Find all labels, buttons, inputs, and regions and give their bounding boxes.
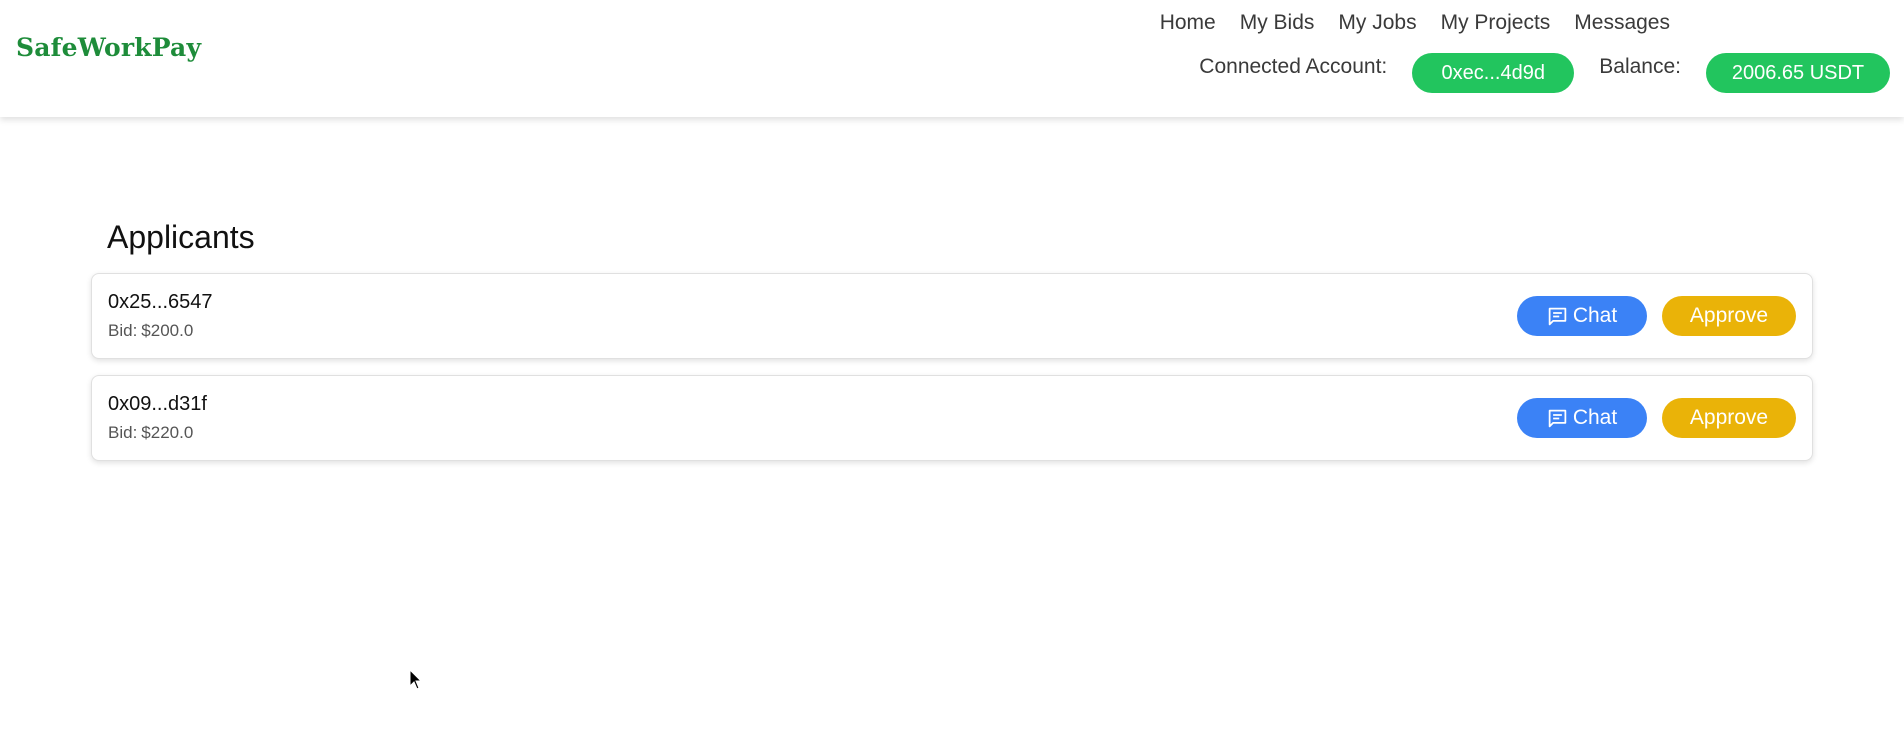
applicant-card: 0x25...6547 Bid: $200.0 Chat Approve xyxy=(91,273,1813,359)
account-info: Connected Account: 0xec...4d9d Balance: … xyxy=(1199,53,1890,93)
nav-item-my-jobs[interactable]: My Jobs xyxy=(1326,10,1428,36)
applicant-actions: Chat Approve xyxy=(1517,398,1796,438)
bid-label: Bid: xyxy=(108,423,138,442)
approve-button[interactable]: Approve xyxy=(1662,398,1796,438)
applicant-bid: Bid: $200.0 xyxy=(108,321,193,341)
applicant-actions: Chat Approve xyxy=(1517,296,1796,336)
bid-amount: $220.0 xyxy=(141,423,194,442)
applicant-address: 0x09...d31f xyxy=(108,393,207,415)
chat-button[interactable]: Chat xyxy=(1517,296,1647,336)
nav-item-my-projects[interactable]: My Projects xyxy=(1429,10,1563,36)
chat-button[interactable]: Chat xyxy=(1517,398,1647,438)
message-square-icon xyxy=(1547,408,1568,429)
connected-account-badge[interactable]: 0xec...4d9d xyxy=(1412,53,1575,93)
applicant-list: 0x25...6547 Bid: $200.0 Chat Approve 0x0… xyxy=(91,273,1813,461)
bid-label: Bid: xyxy=(108,321,138,340)
mouse-pointer-icon xyxy=(409,668,423,696)
message-square-icon xyxy=(1547,306,1568,327)
nav-item-messages[interactable]: Messages xyxy=(1562,10,1682,36)
applicant-address: 0x25...6547 xyxy=(108,291,213,313)
brand-logo[interactable]: SafeWorkPay xyxy=(16,33,201,62)
balance-label: Balance: xyxy=(1599,55,1681,78)
nav-item-home[interactable]: Home xyxy=(1148,10,1228,36)
approve-button-label: Approve xyxy=(1689,406,1769,429)
main-nav: Home My Bids My Jobs My Projects Message… xyxy=(1148,10,1682,36)
applicants-section: Applicants 0x25...6547 Bid:$200.0 Chat xyxy=(91,217,1813,477)
balance-badge: 2006.65 USDT xyxy=(1706,53,1890,93)
approve-button-label: Approve xyxy=(1689,304,1769,327)
top-header: SafeWorkPay Home My Bids My Jobs My Proj… xyxy=(0,0,1904,117)
nav-item-my-bids[interactable]: My Bids xyxy=(1228,10,1327,36)
connected-account-label: Connected Account: xyxy=(1199,55,1388,78)
approve-button[interactable]: Approve xyxy=(1662,296,1796,336)
bid-amount: $200.0 xyxy=(141,321,194,340)
chat-button-label: Chat xyxy=(1572,304,1618,327)
chat-button-label: Chat xyxy=(1572,406,1618,429)
applicant-card: 0x09...d31f Bid: $220.0 Chat Approve xyxy=(91,375,1813,461)
applicant-bid: Bid: $220.0 xyxy=(108,423,193,443)
page-title: Applicants xyxy=(107,219,255,255)
